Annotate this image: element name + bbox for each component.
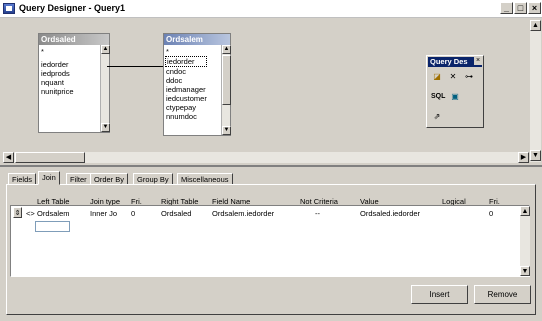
field-item[interactable]: iedmanager (166, 85, 207, 94)
field-item[interactable]: iedorder (41, 60, 74, 69)
add-join-icon[interactable]: ⊶ (463, 71, 475, 82)
scroll-up-icon[interactable]: ▲ (101, 45, 110, 54)
cell-priority[interactable]: 0 (131, 209, 135, 218)
sql-icon[interactable]: SQL (431, 91, 445, 102)
table-window-ordsaled[interactable]: Ordsaled * iedorder iedprods nquant nuni… (38, 33, 110, 133)
cell-join-type[interactable]: Inner Jo (90, 209, 117, 218)
remove-button[interactable]: Remove (474, 285, 531, 304)
field-item-selected[interactable]: iedorder (165, 56, 207, 67)
title-bar: Query Designer - Query1 _ □ × (0, 0, 542, 18)
scroll-up-icon[interactable]: ▲ (530, 20, 541, 31)
diagram-pane[interactable]: Ordsaled * iedorder iedprods nquant nuni… (3, 20, 529, 151)
cell-value[interactable]: Ordsaled.iedorder (360, 209, 420, 218)
scroll-up-icon[interactable]: ▲ (520, 206, 530, 216)
table-scrollbar[interactable]: ▲ ▼ (221, 45, 231, 135)
field-item[interactable]: nnumdoc (166, 112, 207, 121)
scroll-left-icon[interactable]: ◀ (3, 152, 14, 163)
pane-splitter[interactable] (0, 165, 542, 167)
grid-vertical-scrollbar[interactable]: ▲ ▼ (520, 206, 530, 276)
table-scrollbar[interactable]: ▲ ▼ (100, 45, 110, 132)
window-title: Query Designer - Query1 (19, 3, 126, 13)
table-fields-ordsaled: * iedorder iedprods nquant nunitprice (41, 47, 74, 96)
close-icon[interactable]: × (474, 57, 482, 65)
cell-right-table[interactable]: Ordsaled (161, 209, 191, 218)
query-designer-toolbox[interactable]: Query Des × ◪ ✕ ⊶ SQL ▣ ⇗ (426, 55, 484, 128)
scroll-right-icon[interactable]: ▶ (518, 152, 529, 163)
scroll-thumb[interactable] (222, 55, 231, 105)
output-icon[interactable]: ▣ (449, 91, 461, 102)
field-item[interactable]: * (41, 47, 74, 56)
close-button[interactable]: × (528, 2, 541, 14)
cell-not[interactable]: -- (315, 209, 320, 218)
maximize-pane-icon[interactable]: ⇗ (431, 111, 443, 122)
cell-field-name[interactable]: Ordsalem.iedorder (212, 209, 274, 218)
app-icon (3, 3, 15, 14)
cell-priority[interactable]: 0 (489, 209, 493, 218)
scroll-up-icon[interactable]: ▲ (222, 45, 231, 54)
add-table-icon[interactable]: ◪ (431, 71, 443, 82)
table-fields-ordsalem: * iedorder cndoc ddoc iedmanager iedcust… (165, 47, 207, 121)
field-item[interactable]: iedprods (41, 69, 74, 78)
insert-button[interactable]: Insert (411, 285, 468, 304)
field-item[interactable]: nquant (41, 78, 74, 87)
field-item[interactable]: iedcustomer (166, 94, 207, 103)
scroll-down-icon[interactable]: ▼ (530, 150, 541, 161)
field-item[interactable]: cndoc (166, 67, 207, 76)
row-selector[interactable]: ⇕ (13, 207, 22, 218)
grid-edit-cell[interactable] (35, 221, 70, 232)
cell-left-table[interactable]: Ordsalem (37, 209, 70, 218)
table-title-ordsaled[interactable]: Ordsaled (39, 34, 109, 45)
field-item[interactable]: ddoc (166, 76, 207, 85)
scroll-thumb[interactable] (15, 152, 85, 163)
scroll-down-icon[interactable]: ▼ (520, 266, 530, 276)
join-line[interactable] (107, 66, 163, 67)
minimize-button[interactable]: _ (500, 2, 513, 14)
field-item[interactable]: nunitprice (41, 87, 74, 96)
cell-indicator: <> (26, 209, 35, 218)
diagram-horizontal-scrollbar[interactable]: ◀ ▶ (3, 152, 529, 163)
table-title-ordsalem[interactable]: Ordsalem (164, 34, 230, 45)
scroll-down-icon[interactable]: ▼ (101, 123, 110, 132)
table-window-ordsalem[interactable]: Ordsalem * iedorder cndoc ddoc iedmanage… (163, 33, 231, 136)
tab-join[interactable]: Join (38, 171, 60, 185)
remove-table-icon[interactable]: ✕ (447, 71, 459, 82)
field-item[interactable]: * (166, 47, 207, 56)
field-item[interactable]: ctypepay (166, 103, 207, 112)
diagram-vertical-scrollbar[interactable]: ▲ ▼ (530, 20, 541, 162)
scroll-down-icon[interactable]: ▼ (222, 126, 231, 135)
maximize-button[interactable]: □ (514, 2, 527, 14)
